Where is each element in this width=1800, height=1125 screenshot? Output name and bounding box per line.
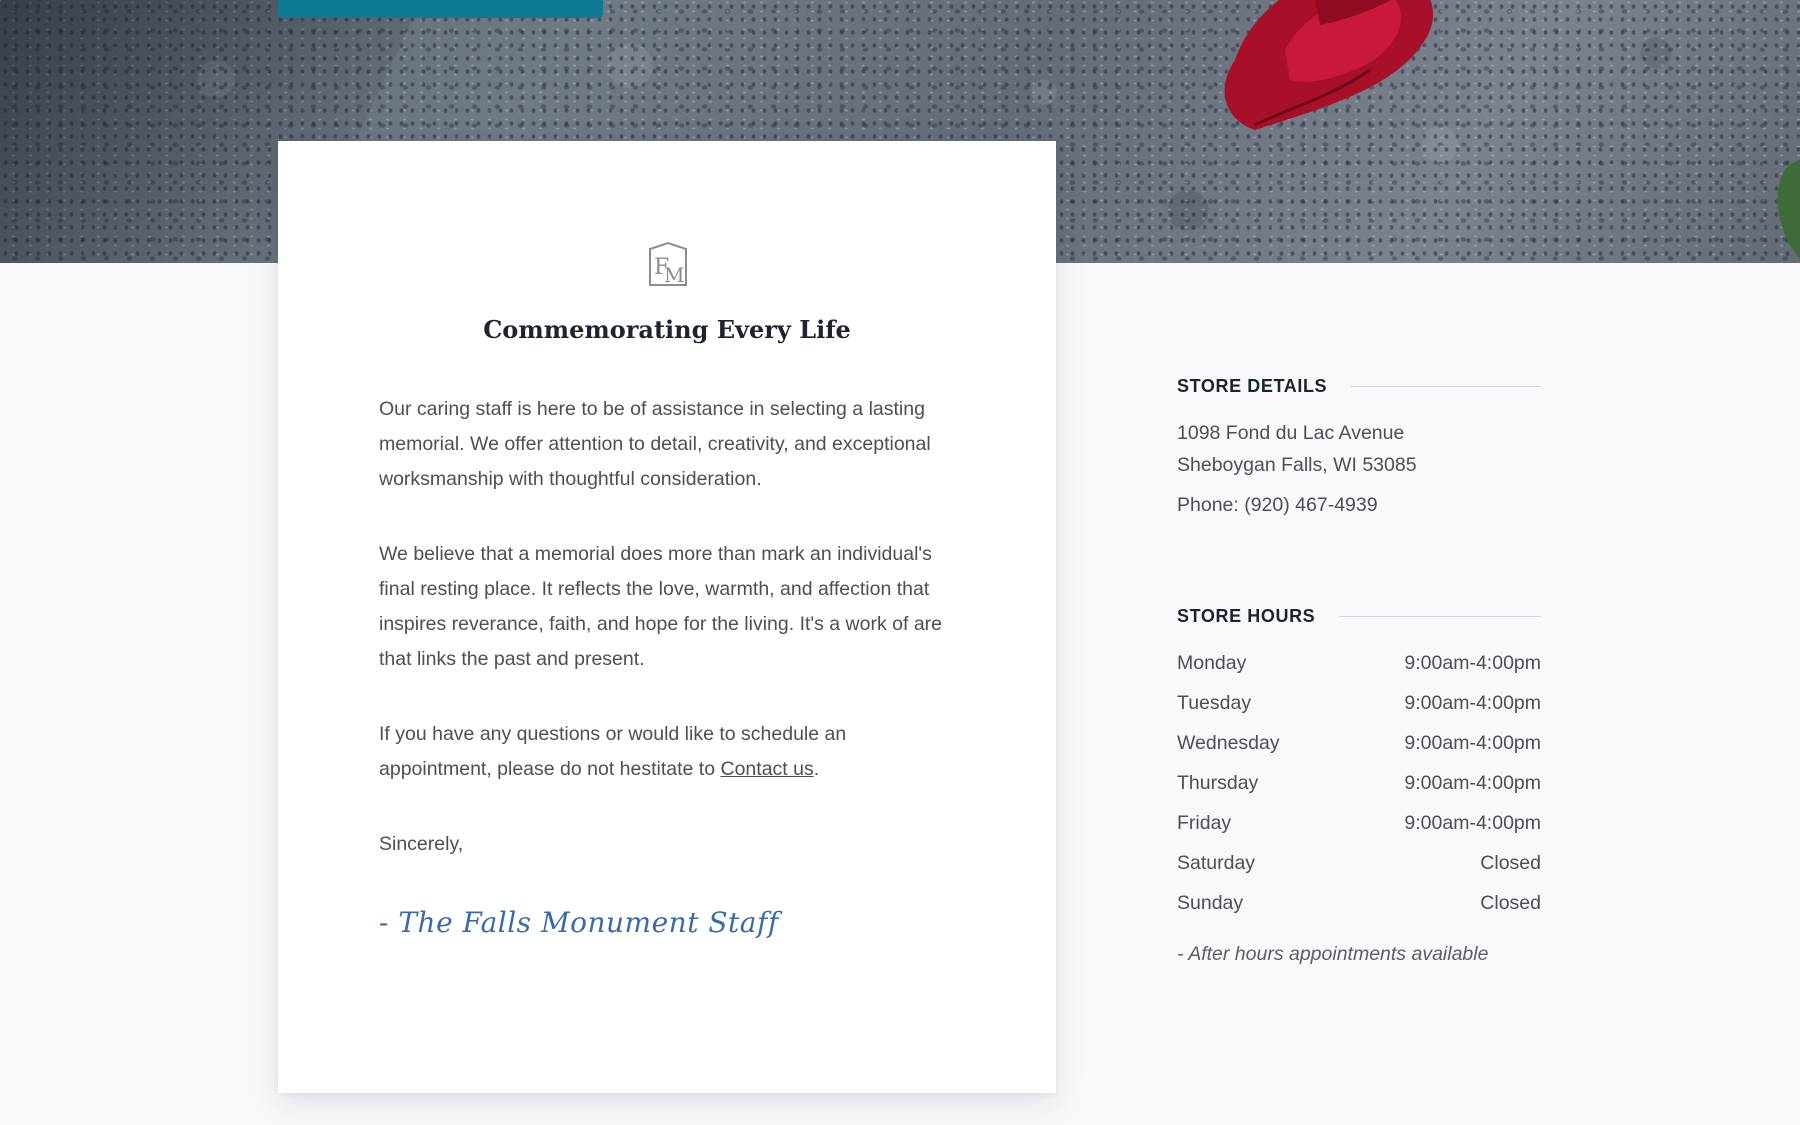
day-hours: 9:00am-4:00pm: [1404, 772, 1541, 794]
store-details-heading: STORE DETAILS: [1177, 376, 1541, 397]
day-hours: Closed: [1480, 892, 1541, 914]
day-label: Friday: [1177, 812, 1232, 834]
store-hours-heading-text: STORE HOURS: [1177, 606, 1316, 626]
day-hours: Closed: [1480, 852, 1541, 874]
heading-divider: [1339, 616, 1541, 617]
hours-row-saturday: Saturday Closed: [1177, 847, 1541, 887]
card-title: Commemorating Every Life: [483, 315, 851, 344]
hours-row-sunday: Sunday Closed: [1177, 887, 1541, 927]
day-hours: 9:00am-4:00pm: [1404, 812, 1541, 834]
store-address: 1098 Fond du Lac Avenue Sheboygan Falls,…: [1177, 417, 1541, 481]
heading-divider: [1351, 386, 1541, 387]
after-hours-note: - After hours appointments available: [1177, 943, 1489, 965]
rose-image: [1224, 0, 1434, 130]
svg-text:M: M: [664, 263, 684, 287]
day-label: Monday: [1177, 652, 1247, 674]
welcome-card: F M Commemorating Every Life Our caring …: [278, 141, 1056, 1093]
card-body: Our caring staff is here to be of assist…: [379, 392, 959, 902]
day-label: Sunday: [1177, 892, 1244, 914]
store-details-section: STORE DETAILS 1098 Fond du Lac Avenue Sh…: [1177, 376, 1541, 521]
address-line-2: Sheboygan Falls, WI 53085: [1177, 454, 1417, 476]
hours-row-monday: Monday 9:00am-4:00pm: [1177, 647, 1541, 687]
store-phone: Phone: (920) 467-4939: [1177, 494, 1378, 516]
day-hours: 9:00am-4:00pm: [1404, 692, 1541, 714]
store-hours-section: STORE HOURS Monday 9:00am-4:00pm Tuesday 9…: [1177, 606, 1541, 966]
contact-paragraph-period: .: [813, 758, 820, 780]
store-hours-heading: STORE HOURS: [1177, 606, 1541, 627]
day-label: Saturday: [1177, 852, 1256, 874]
hours-row-wednesday: Wednesday 9:00am-4:00pm: [1177, 727, 1541, 767]
store-details-heading-text: STORE DETAILS: [1177, 376, 1328, 396]
day-hours: 9:00am-4:00pm: [1404, 652, 1541, 674]
contact-us-link[interactable]: Contact us: [721, 758, 814, 780]
staff-signature: - The Falls Monument Staff: [379, 906, 779, 939]
hours-row-thursday: Thursday 9:00am-4:00pm: [1177, 767, 1541, 807]
belief-paragraph: We believe that a memorial does more tha…: [379, 543, 943, 670]
address-line-1: 1098 Fond du Lac Avenue: [1177, 422, 1405, 444]
contact-paragraph: If you have any questions or would like …: [379, 717, 959, 787]
hours-row-friday: Friday 9:00am-4:00pm: [1177, 807, 1541, 847]
closing-text: Sincerely,: [379, 833, 464, 855]
day-label: Thursday: [1177, 772, 1259, 794]
day-hours: 9:00am-4:00pm: [1404, 732, 1541, 754]
page: F M Commemorating Every Life Our caring …: [0, 0, 1800, 1125]
intro-paragraph: Our caring staff is here to be of assist…: [379, 398, 931, 490]
hours-row-tuesday: Tuesday 9:00am-4:00pm: [1177, 687, 1541, 727]
day-label: Wednesday: [1177, 732, 1280, 754]
hours-list: Monday 9:00am-4:00pm Tuesday 9:00am-4:00pm…: [1177, 647, 1541, 927]
hero-cta-button[interactable]: [278, 0, 603, 18]
fm-monogram-icon: F M: [649, 241, 687, 287]
day-label: Tuesday: [1177, 692, 1252, 714]
